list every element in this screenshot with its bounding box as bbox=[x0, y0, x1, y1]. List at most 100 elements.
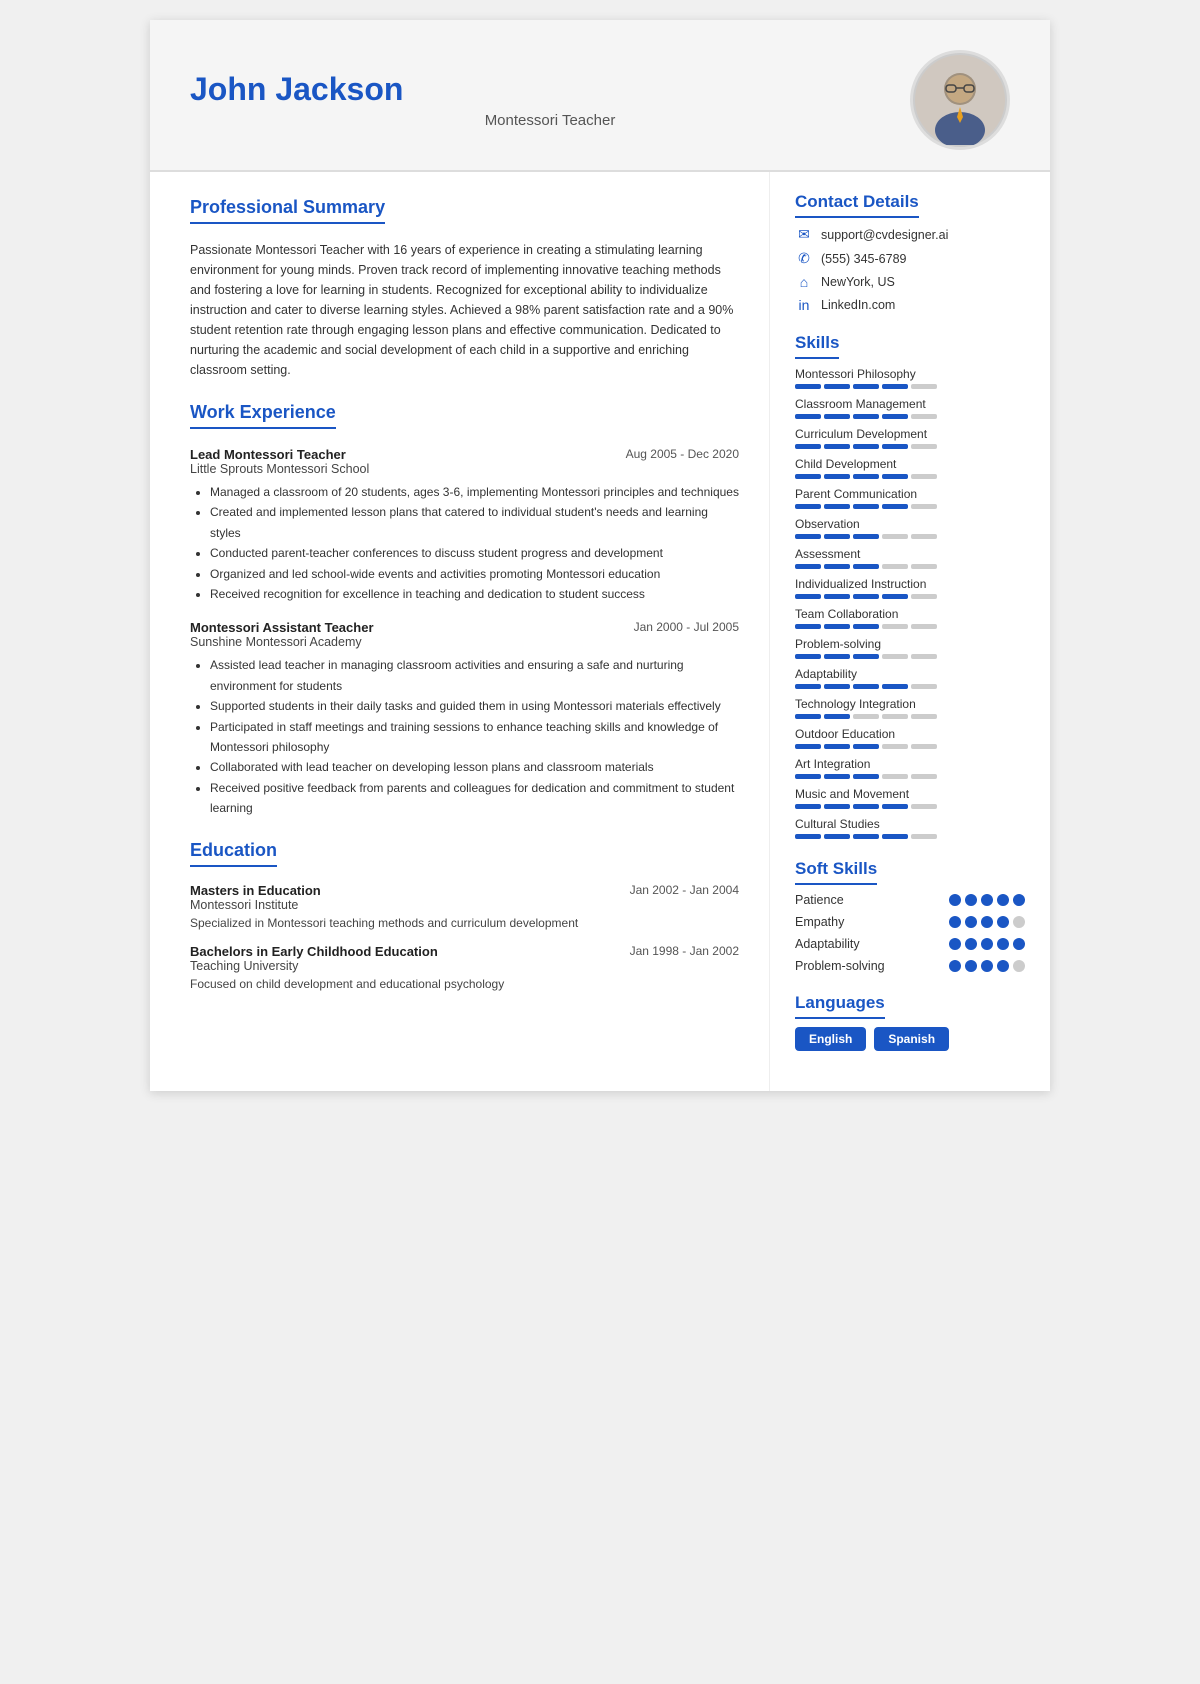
skill-segment bbox=[911, 624, 937, 629]
soft-skill-dot bbox=[949, 960, 961, 972]
edu-degree: Masters in Education bbox=[190, 883, 321, 898]
skill-segment bbox=[882, 804, 908, 809]
skill-name: Adaptability bbox=[795, 667, 1025, 681]
skill-name: Assessment bbox=[795, 547, 1025, 561]
job-bullet: Conducted parent-teacher conferences to … bbox=[210, 543, 739, 563]
contact-container: ✉ support@cvdesigner.ai ✆ (555) 345-6789… bbox=[795, 226, 1025, 313]
skill-segment bbox=[853, 654, 879, 659]
soft-skill-dot bbox=[965, 916, 977, 928]
skill-name: Classroom Management bbox=[795, 397, 1025, 411]
soft-skill-dot bbox=[981, 938, 993, 950]
job-title: Montessori Assistant Teacher bbox=[190, 620, 374, 635]
skills-title: Skills bbox=[795, 333, 839, 359]
contact-icon: ✆ bbox=[795, 250, 813, 267]
soft-skill-dot bbox=[949, 938, 961, 950]
job-bullet: Received recognition for excellence in t… bbox=[210, 584, 739, 604]
skill-item: Montessori Philosophy bbox=[795, 367, 1025, 389]
contact-item: ✉ support@cvdesigner.ai bbox=[795, 226, 1025, 243]
job-bullet: Supported students in their daily tasks … bbox=[210, 696, 739, 716]
skill-segment bbox=[824, 744, 850, 749]
skill-bar bbox=[795, 804, 1025, 809]
soft-skill-dots bbox=[949, 938, 1025, 950]
language-badge: English bbox=[795, 1027, 866, 1051]
skill-item: Outdoor Education bbox=[795, 727, 1025, 749]
skill-item: Problem-solving bbox=[795, 637, 1025, 659]
skill-item: Curriculum Development bbox=[795, 427, 1025, 449]
skill-bar bbox=[795, 834, 1025, 839]
soft-skills-container: PatienceEmpathyAdaptabilityProblem-solvi… bbox=[795, 893, 1025, 973]
soft-skill-dot bbox=[997, 894, 1009, 906]
skills-section: Skills Montessori Philosophy Classroom Ma… bbox=[795, 333, 1025, 839]
skill-name: Team Collaboration bbox=[795, 607, 1025, 621]
skill-segment bbox=[795, 444, 821, 449]
skill-item: Music and Movement bbox=[795, 787, 1025, 809]
skill-bar bbox=[795, 684, 1025, 689]
soft-skill-dot bbox=[965, 894, 977, 906]
skill-segment bbox=[795, 594, 821, 599]
soft-skills-title: Soft Skills bbox=[795, 859, 877, 885]
skill-segment bbox=[853, 534, 879, 539]
soft-skill-name: Problem-solving bbox=[795, 959, 885, 973]
contact-text: (555) 345-6789 bbox=[821, 252, 906, 266]
skill-segment bbox=[882, 564, 908, 569]
skill-name: Problem-solving bbox=[795, 637, 1025, 651]
skill-segment bbox=[882, 444, 908, 449]
soft-skill-dot bbox=[981, 916, 993, 928]
job-item: Lead Montessori Teacher Aug 2005 - Dec 2… bbox=[190, 447, 739, 604]
job-bullet: Collaborated with lead teacher on develo… bbox=[210, 757, 739, 777]
right-column: Contact Details ✉ support@cvdesigner.ai … bbox=[770, 172, 1050, 1091]
job-header: Montessori Assistant Teacher Jan 2000 - … bbox=[190, 620, 739, 635]
skill-name: Observation bbox=[795, 517, 1025, 531]
contact-title: Contact Details bbox=[795, 192, 919, 218]
job-bullets: Managed a classroom of 20 students, ages… bbox=[210, 482, 739, 604]
soft-skill-dot bbox=[965, 960, 977, 972]
skill-segment bbox=[882, 504, 908, 509]
skill-segment bbox=[853, 504, 879, 509]
skill-bar bbox=[795, 714, 1025, 719]
skill-item: Individualized Instruction bbox=[795, 577, 1025, 599]
soft-skill-item: Problem-solving bbox=[795, 959, 1025, 973]
skill-segment bbox=[911, 684, 937, 689]
contact-item: ✆ (555) 345-6789 bbox=[795, 250, 1025, 267]
skill-segment bbox=[824, 384, 850, 389]
skill-segment bbox=[882, 384, 908, 389]
skill-segment bbox=[824, 624, 850, 629]
skill-segment bbox=[882, 594, 908, 599]
skill-segment bbox=[795, 534, 821, 539]
soft-skills-section: Soft Skills PatienceEmpathyAdaptabilityP… bbox=[795, 859, 1025, 973]
skill-name: Child Development bbox=[795, 457, 1025, 471]
skill-segment bbox=[911, 384, 937, 389]
education-item: Masters in Education Jan 2002 - Jan 2004… bbox=[190, 883, 739, 930]
skill-item: Parent Communication bbox=[795, 487, 1025, 509]
soft-skill-dots bbox=[949, 894, 1025, 906]
soft-skill-dots bbox=[949, 960, 1025, 972]
contact-icon: ✉ bbox=[795, 226, 813, 243]
skill-segment bbox=[853, 444, 879, 449]
job-bullet: Assisted lead teacher in managing classr… bbox=[210, 655, 739, 696]
job-company: Sunshine Montessori Academy bbox=[190, 635, 739, 649]
skill-segment bbox=[824, 654, 850, 659]
skill-bar bbox=[795, 744, 1025, 749]
skill-segment bbox=[911, 744, 937, 749]
skill-item: Child Development bbox=[795, 457, 1025, 479]
summary-section: Professional Summary Passionate Montesso… bbox=[190, 197, 739, 380]
skill-segment bbox=[911, 834, 937, 839]
skill-segment bbox=[824, 504, 850, 509]
soft-skill-dot bbox=[965, 938, 977, 950]
skill-bar bbox=[795, 504, 1025, 509]
skill-segment bbox=[853, 594, 879, 599]
edu-school: Teaching University bbox=[190, 959, 739, 973]
skill-bar bbox=[795, 654, 1025, 659]
skill-segment bbox=[882, 654, 908, 659]
skill-segment bbox=[853, 714, 879, 719]
job-bullet: Created and implemented lesson plans tha… bbox=[210, 502, 739, 543]
summary-text: Passionate Montessori Teacher with 16 ye… bbox=[190, 240, 739, 380]
skill-segment bbox=[911, 504, 937, 509]
soft-skill-dot bbox=[981, 894, 993, 906]
education-container: Masters in Education Jan 2002 - Jan 2004… bbox=[190, 883, 739, 991]
skill-item: Cultural Studies bbox=[795, 817, 1025, 839]
skill-segment bbox=[882, 744, 908, 749]
skill-segment bbox=[853, 474, 879, 479]
job-title: Lead Montessori Teacher bbox=[190, 447, 346, 462]
edu-degree: Bachelors in Early Childhood Education bbox=[190, 944, 438, 959]
